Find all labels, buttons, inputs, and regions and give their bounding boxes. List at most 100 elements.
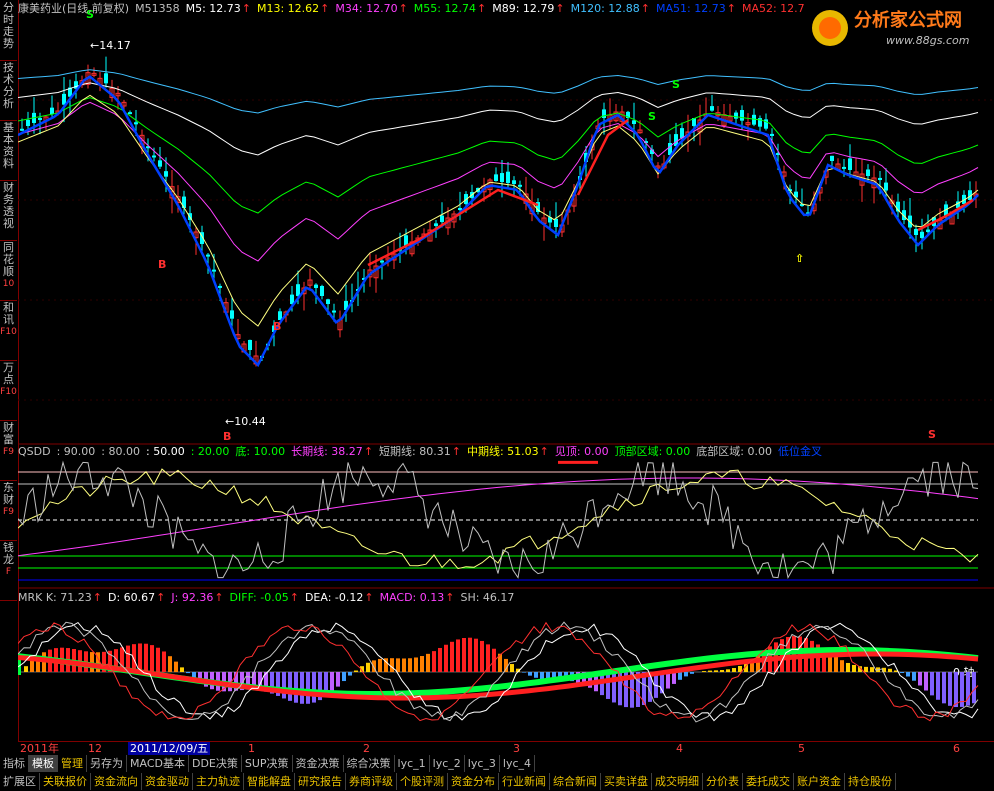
indicator-value: MRK K: 71.23↑	[18, 591, 102, 604]
sidebar-tab-label: 东财	[3, 482, 14, 506]
indicator-value: MACD: 0.13↑	[379, 591, 455, 604]
trade-signal-marker[interactable]: B	[273, 320, 281, 333]
extension-tab[interactable]: 成交明细	[652, 773, 703, 790]
extension-tab[interactable]: 研究报告	[295, 773, 346, 790]
sidebar-tab-2[interactable]: 基本资料	[0, 122, 17, 181]
sidebar-tab-4[interactable]: 同花顺 10	[0, 242, 17, 301]
indicator-value: M55: 12.74↑	[413, 2, 487, 15]
logo-url: www.88gs.com	[886, 34, 969, 47]
sidebar-tab-sub: F	[5, 567, 12, 577]
trade-signal-marker[interactable]: B	[223, 430, 231, 443]
sidebar-tab-3[interactable]: 财务透视	[0, 182, 17, 241]
up-arrow-icon: ↑	[539, 445, 549, 458]
indicator-value: : 50.00	[146, 445, 185, 458]
extension-tab[interactable]: 资金驱动	[142, 773, 193, 790]
indicator-tab[interactable]: SUP决策	[241, 755, 293, 772]
extension-tab[interactable]: 买卖详盘	[601, 773, 652, 790]
bottom-tab-bar: 指标 模板 管理 另存为 MACD基本 DDE决策 SUP决策 资金决策 综合决策 lyc_1 ly…	[0, 755, 994, 791]
extension-tab[interactable]: 委托成交	[743, 773, 794, 790]
trade-signal-marker[interactable]: S	[928, 428, 936, 441]
indicator-value: 见顶: 0.00	[554, 445, 609, 458]
indicator-value: M51358	[135, 2, 180, 15]
indicator-value: MA52: 12.7	[741, 2, 805, 15]
extension-tab[interactable]: 智能解盘	[244, 773, 295, 790]
extension-tab[interactable]: 关联报价	[40, 773, 91, 790]
sidebar-tab-8[interactable]: 东财 F9	[0, 482, 17, 541]
indicator-value: MA51: 12.73↑	[656, 2, 736, 15]
up-arrow-icon: ↑	[555, 2, 565, 15]
extension-tab[interactable]: 主力轨迹	[193, 773, 244, 790]
indicator-tab[interactable]: lyc_3	[464, 755, 500, 772]
indicator-value: 底部区域: 0.00	[696, 445, 772, 458]
indicator-tab[interactable]: 管理	[58, 755, 87, 772]
indicator-value: : 20.00	[190, 445, 230, 458]
indicator-tab[interactable]: lyc_1	[394, 755, 430, 772]
date-tick-label: 4	[676, 742, 683, 755]
indicator-tab[interactable]: 模板	[29, 755, 58, 772]
indicator-tab-row: 指标 模板 管理 另存为 MACD基本 DDE决策 SUP决策 资金决策 综合决策 lyc_1 ly…	[0, 755, 994, 773]
indicator-value: J: 92.36↑	[171, 591, 224, 604]
up-arrow-icon: ↑	[451, 445, 461, 458]
indicator-value: M89: 12.79↑	[492, 2, 565, 15]
date-axis[interactable]: 2011年 12 2011/12/09/五 1 2 3 4 5 6	[18, 741, 994, 755]
sidebar-tab-7[interactable]: 财富 F9	[0, 422, 17, 481]
sidebar-tab-label: 财务透视	[3, 182, 14, 230]
logo-text: 分析家公式网	[854, 9, 962, 31]
extension-tab[interactable]: 账户资金	[794, 773, 845, 790]
sidebar-tab-0[interactable]: 分时走势	[0, 2, 17, 61]
indicator-value: SH: 46.17	[460, 591, 515, 604]
extension-tab[interactable]: 扩展区	[0, 773, 40, 790]
up-arrow-icon: ↑	[289, 591, 299, 604]
indicator-tab[interactable]: 另存为	[87, 755, 127, 772]
price-panel[interactable]: ←14.17←10.44SBBSSB S⇧	[18, 8, 994, 443]
indicator-tab[interactable]: 综合决策	[343, 755, 395, 772]
date-tick-label: 6	[953, 742, 960, 755]
up-arrow-icon: ↑	[640, 2, 651, 15]
mrk-panel[interactable]: 0 轴	[18, 621, 979, 723]
indicator-value: D: 60.67↑	[107, 591, 166, 604]
up-arrow-icon: ↑	[726, 2, 736, 15]
trade-signal-marker[interactable]: ⇧	[795, 252, 804, 265]
indicator-value: M34: 12.70↑	[335, 2, 408, 15]
indicator-tab[interactable]: 指标	[0, 755, 29, 772]
sidebar-tab-label: 财富	[3, 422, 14, 446]
indicator-tab[interactable]: MACD基本	[127, 755, 189, 772]
sidebar-tab-9[interactable]: 钱龙 F	[0, 542, 17, 601]
indicator-tab[interactable]: DDE决策	[188, 755, 242, 772]
date-tick-label: 5	[798, 742, 805, 755]
indicator-tab[interactable]: lyc_4	[499, 755, 536, 772]
indicator-value: DEA: -0.12↑	[304, 591, 374, 604]
sidebar-tab-sub: F10	[0, 327, 17, 337]
indicator-value: 顶部区域: 0.00	[614, 445, 691, 458]
trade-signal-marker[interactable]: B	[158, 258, 166, 271]
indicator-tab[interactable]: lyc_2	[429, 755, 465, 772]
up-arrow-icon: ↑	[320, 2, 330, 15]
qsdd-indicator-header: QSDD: 90.00: 80.00: 50.00: 20.00 底: 10.00…	[18, 445, 828, 459]
trade-signal-marker[interactable]: S	[648, 110, 656, 123]
sidebar-tab-sub: 10	[2, 279, 15, 289]
sidebar-tab-1[interactable]: 技术分析	[0, 62, 17, 121]
qsdd-panel[interactable]	[18, 460, 979, 581]
extension-tab[interactable]: 持仓股份	[845, 773, 896, 790]
up-arrow-icon: ↑	[156, 591, 166, 604]
indicator-value: 低位金叉	[777, 445, 822, 458]
sidebar-tab-6[interactable]: 万点 F10	[0, 362, 17, 421]
low-price-label: ←10.44	[225, 415, 266, 428]
sidebar-tab-label: 基本资料	[3, 122, 14, 170]
trade-signal-marker[interactable]: S	[672, 78, 680, 91]
chart-canvas[interactable]: ←14.17←10.44SBBSSBS⇧ 0 轴	[18, 0, 994, 741]
sidebar-tab-sub: F9	[3, 447, 14, 457]
extension-tab[interactable]: 资金流向	[91, 773, 142, 790]
high-price-label: ←14.17	[90, 39, 131, 52]
extension-tab[interactable]: 券商评级	[346, 773, 397, 790]
indicator-value: M5: 12.73↑	[185, 2, 251, 15]
indicator-tab[interactable]: 资金决策	[292, 755, 344, 772]
extension-tab[interactable]: 分价表	[703, 773, 743, 790]
sidebar-tab-5[interactable]: 和讯 F10	[0, 302, 17, 361]
extension-tab[interactable]: 资金分布	[448, 773, 499, 790]
extension-tab[interactable]: 行业新闻	[499, 773, 550, 790]
up-arrow-icon: ↑	[214, 591, 224, 604]
sidebar-tab-label: 和讯	[3, 302, 14, 326]
extension-tab[interactable]: 综合新闻	[550, 773, 601, 790]
extension-tab[interactable]: 个股评测	[397, 773, 448, 790]
